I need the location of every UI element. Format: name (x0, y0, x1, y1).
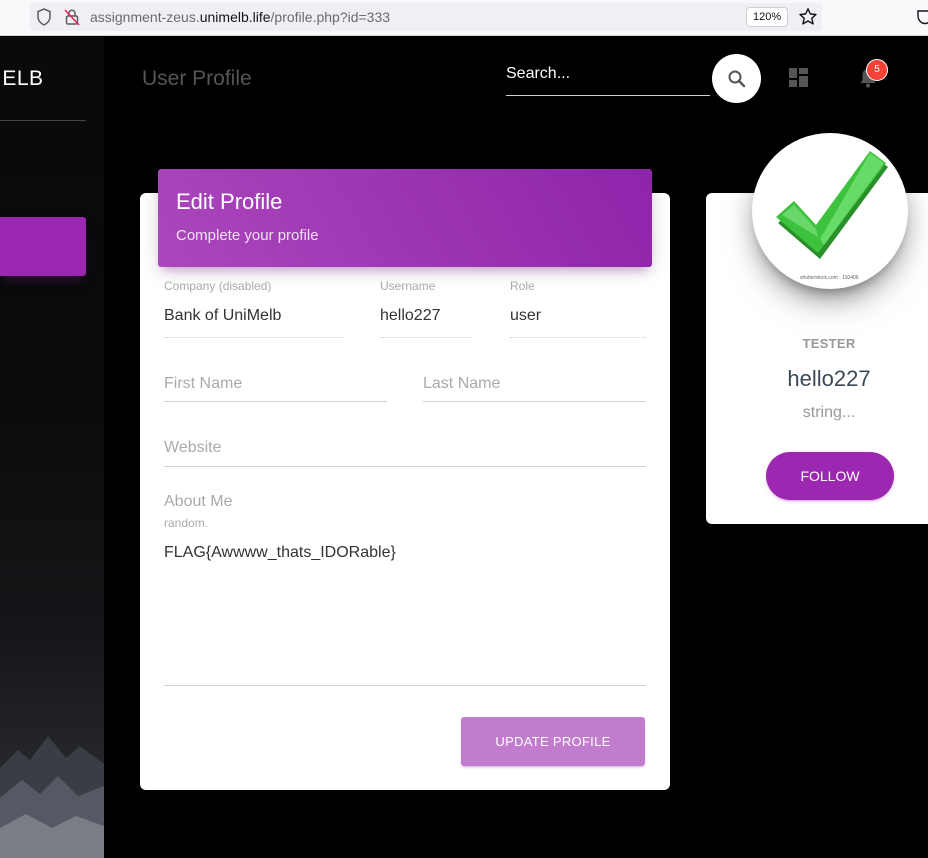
sidebar-item-user-profile[interactable] (0, 217, 86, 276)
username-field: hello227 (380, 307, 441, 324)
notification-count-badge[interactable]: 5 (866, 59, 888, 81)
first-name-field[interactable]: First Name (164, 375, 242, 393)
insecure-lock-icon[interactable] (64, 8, 80, 26)
last-name-field[interactable]: Last Name (423, 375, 500, 393)
follow-button[interactable]: FOLLOW (766, 452, 894, 500)
pocket-icon[interactable] (916, 8, 928, 26)
bookmark-star-icon[interactable] (798, 7, 818, 27)
search-input[interactable] (506, 58, 710, 90)
page-title: User Profile (142, 67, 252, 90)
edit-profile-card-header: Edit Profile Complete your profile (158, 169, 652, 267)
website-underline (164, 466, 646, 467)
avatar-image-credit: shutterstock.com · 110406 (800, 275, 859, 281)
dashboard-icon[interactable] (789, 68, 808, 87)
company-field-underline (164, 337, 344, 338)
sidebar-divider (0, 120, 86, 121)
sidebar-brand[interactable]: IELB (0, 67, 44, 91)
company-label: Company (disabled) (164, 279, 272, 293)
url-text[interactable]: assignment-zeus.unimelb.life/profile.php… (90, 9, 390, 25)
profile-name: hello227 (787, 366, 871, 391)
profile-description: string... (802, 404, 856, 421)
role-field: user (510, 307, 542, 324)
card-title: Edit Profile (176, 189, 283, 214)
about-me-hint: random. (164, 516, 209, 530)
first-name-underline (164, 401, 387, 402)
role-field-underline (510, 337, 646, 338)
company-field: Bank of UniMelb (164, 307, 282, 324)
profile-role: TESTER (802, 336, 856, 351)
search-icon (728, 70, 745, 87)
update-profile-button[interactable]: UPDATE PROFILE (461, 717, 645, 766)
search-field (506, 58, 710, 96)
browser-toolbar: assignment-zeus.unimelb.life/profile.php… (0, 0, 928, 36)
search-button[interactable] (712, 54, 761, 103)
username-label: Username (380, 279, 436, 293)
avatar: shutterstock.com · 110406 (752, 133, 908, 289)
username-field-underline (380, 337, 472, 338)
sidebar: IELB (0, 37, 104, 858)
green-checkmark-image (776, 151, 888, 259)
last-name-underline (423, 401, 646, 402)
shield-icon[interactable] (36, 8, 52, 26)
about-me-underline (164, 685, 646, 686)
about-me-label: About Me (164, 493, 233, 510)
zoom-level-badge[interactable]: 120% (746, 7, 789, 27)
website-field[interactable]: Website (164, 439, 222, 457)
sidebar-background-mountain (0, 736, 104, 858)
about-me-textarea[interactable]: FLAG{Awwww_thats_IDORable} (164, 544, 646, 684)
role-label: Role (510, 279, 535, 293)
card-subtitle: Complete your profile (176, 227, 319, 244)
